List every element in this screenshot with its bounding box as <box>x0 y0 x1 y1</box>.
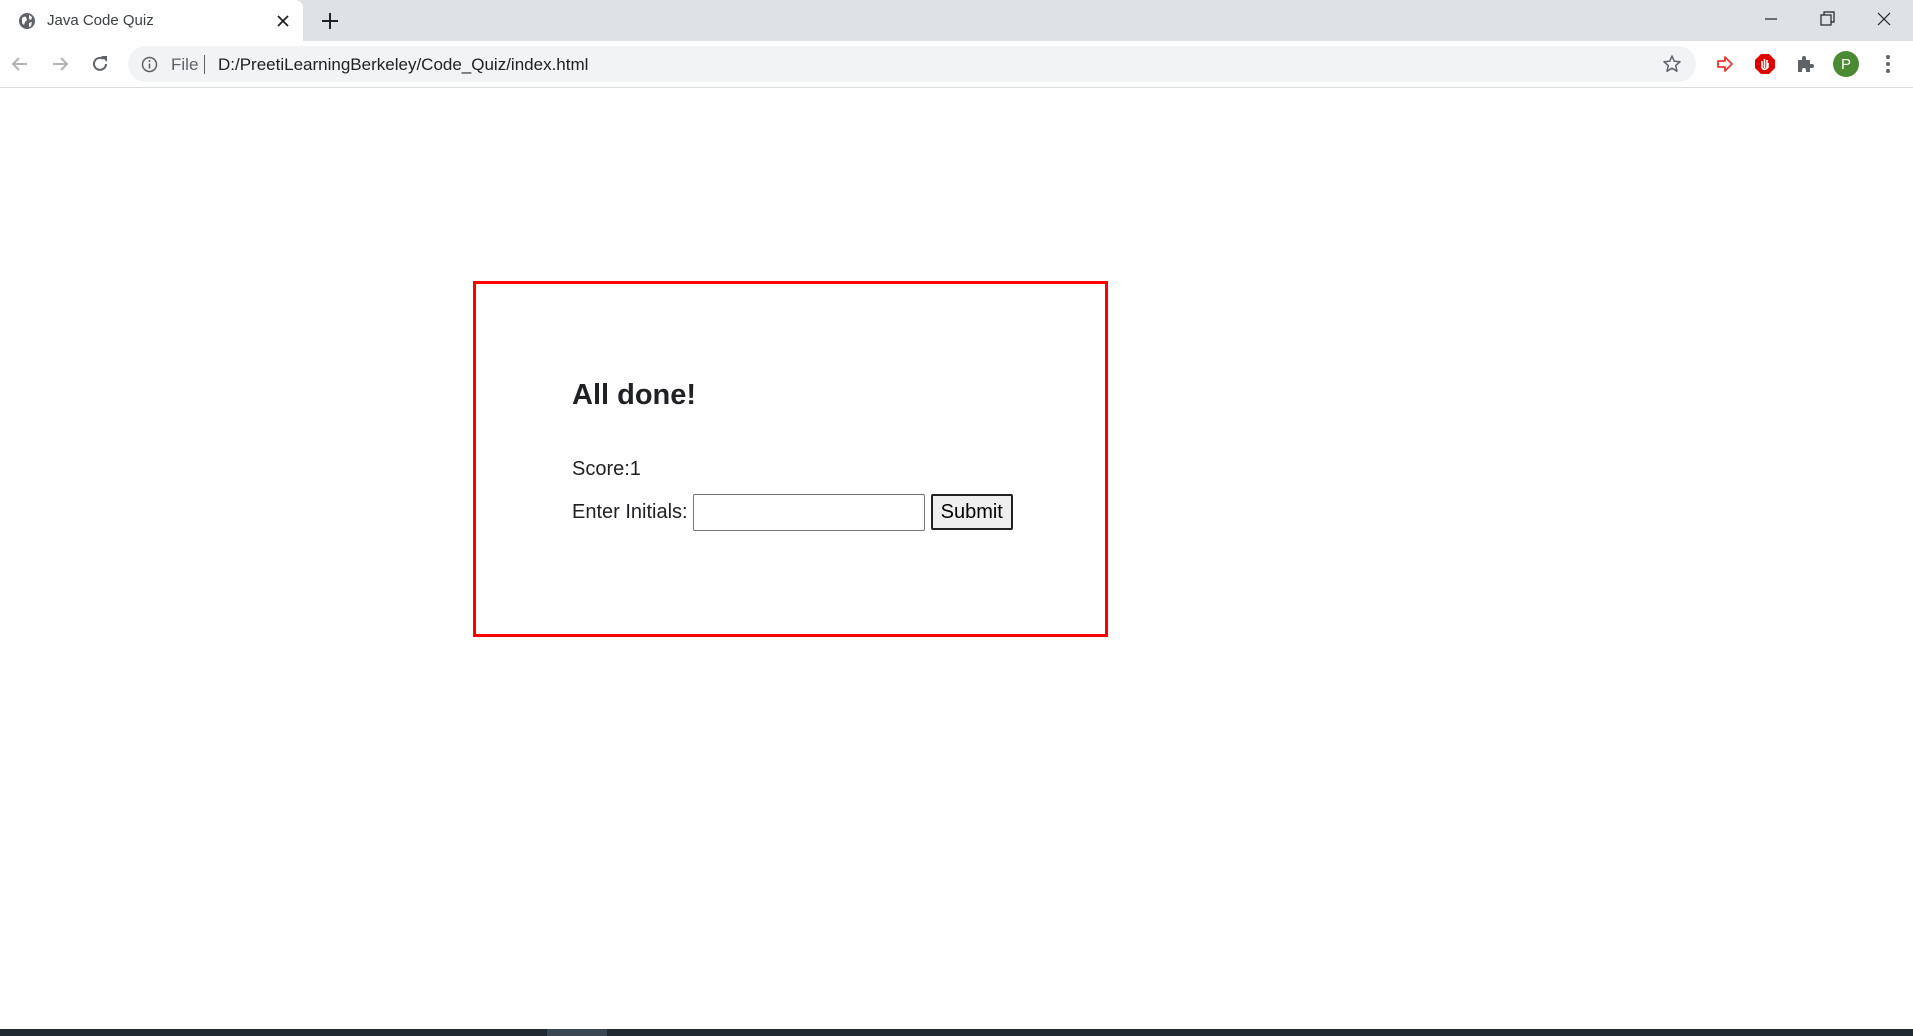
info-icon[interactable] <box>141 56 158 73</box>
new-tab-icon[interactable] <box>319 10 341 32</box>
close-window-icon[interactable] <box>1872 8 1896 30</box>
tab-strip: Java Code Quiz <box>0 0 1913 41</box>
restore-icon[interactable] <box>1815 8 1839 30</box>
puzzle-icon[interactable] <box>1793 52 1817 76</box>
back-arrow-icon[interactable] <box>8 52 32 76</box>
url-text[interactable]: D:/PreetiLearningBerkeley/Code_Quiz/inde… <box>218 55 588 75</box>
omnibox-divider <box>204 55 205 74</box>
browser-toolbar: File D:/PreetiLearningBerkeley/Code_Quiz… <box>0 41 1913 88</box>
profile-avatar[interactable]: P <box>1833 51 1859 77</box>
close-tab-icon[interactable] <box>274 12 292 30</box>
minimize-icon[interactable] <box>1759 8 1783 30</box>
initials-form: Enter Initials: Submit <box>572 493 1013 531</box>
adblock-icon[interactable] <box>1753 52 1777 76</box>
kebab-menu-icon[interactable] <box>1876 52 1900 76</box>
address-bar[interactable]: File D:/PreetiLearningBerkeley/Code_Quiz… <box>128 46 1696 82</box>
taskbar-highlight <box>547 1029 607 1036</box>
submit-button[interactable]: Submit <box>930 494 1013 530</box>
star-icon[interactable] <box>1662 54 1682 74</box>
reload-icon[interactable] <box>88 52 112 76</box>
page-title: All done! <box>572 379 697 411</box>
score-text: Score:1 <box>572 458 641 480</box>
initials-label: Enter Initials: <box>572 500 688 523</box>
tab-title: Java Code Quiz <box>47 12 154 29</box>
page-viewport: All done! Score:1 Enter Initials: Submit <box>0 88 1913 1029</box>
extension-arrow-icon[interactable] <box>1713 52 1737 76</box>
initials-input[interactable] <box>692 493 925 531</box>
globe-icon <box>19 13 35 29</box>
browser-tab[interactable]: Java Code Quiz <box>0 0 303 41</box>
forward-arrow-icon[interactable] <box>48 52 72 76</box>
taskbar-strip <box>0 1029 1913 1036</box>
quiz-end-panel: All done! Score:1 Enter Initials: Submit <box>473 281 1108 637</box>
scheme-label: File <box>171 55 199 74</box>
